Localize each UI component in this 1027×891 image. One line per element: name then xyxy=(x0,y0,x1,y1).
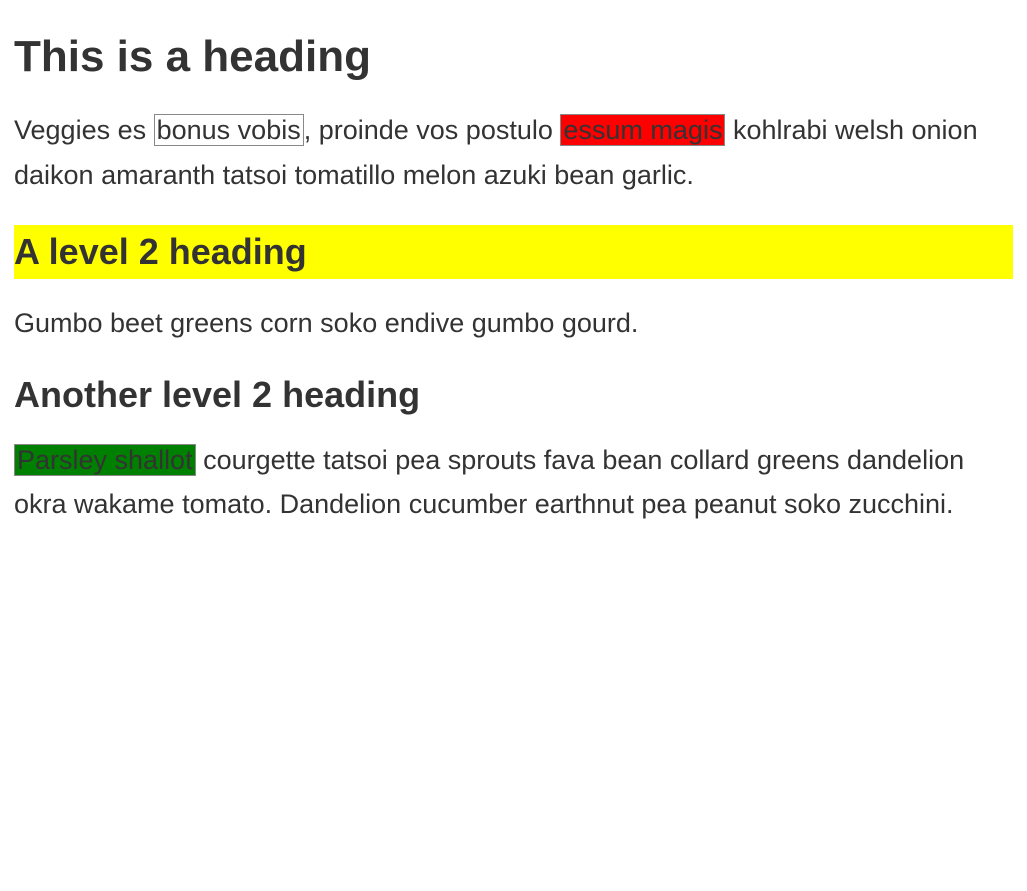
heading-2a: A level 2 heading xyxy=(14,225,1013,279)
paragraph-1: Veggies es bonus vobis, proinde vos post… xyxy=(14,108,1013,197)
para1-text-2: , proinde vos postulo xyxy=(304,115,561,145)
paragraph-2: Gumbo beet greens corn soko endive gumbo… xyxy=(14,301,1013,346)
para1-text-1: Veggies es xyxy=(14,115,154,145)
heading-1: This is a heading xyxy=(14,32,1013,82)
para1-red-span: essum magis xyxy=(560,114,725,146)
para3-green-span: Parsley shallot xyxy=(14,444,196,476)
heading-2b: Another level 2 heading xyxy=(14,374,1013,416)
para1-boxed-span: bonus vobis xyxy=(154,114,304,146)
paragraph-3: Parsley shallot courgette tatsoi pea spr… xyxy=(14,438,1013,527)
